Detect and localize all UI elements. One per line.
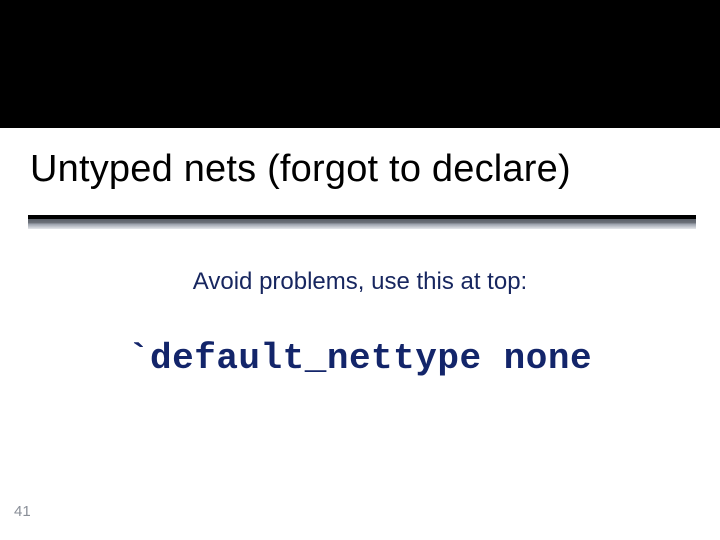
code-line: `default_nettype none bbox=[0, 338, 720, 379]
page-number: 41 bbox=[14, 503, 31, 520]
slide: Untyped nets (forgot to declare) Avoid p… bbox=[0, 0, 720, 540]
slide-title: Untyped nets (forgot to declare) bbox=[30, 148, 571, 191]
top-black-band bbox=[0, 0, 720, 128]
slide-subtitle: Avoid problems, use this at top: bbox=[0, 268, 720, 296]
title-underline-rule bbox=[28, 215, 696, 229]
